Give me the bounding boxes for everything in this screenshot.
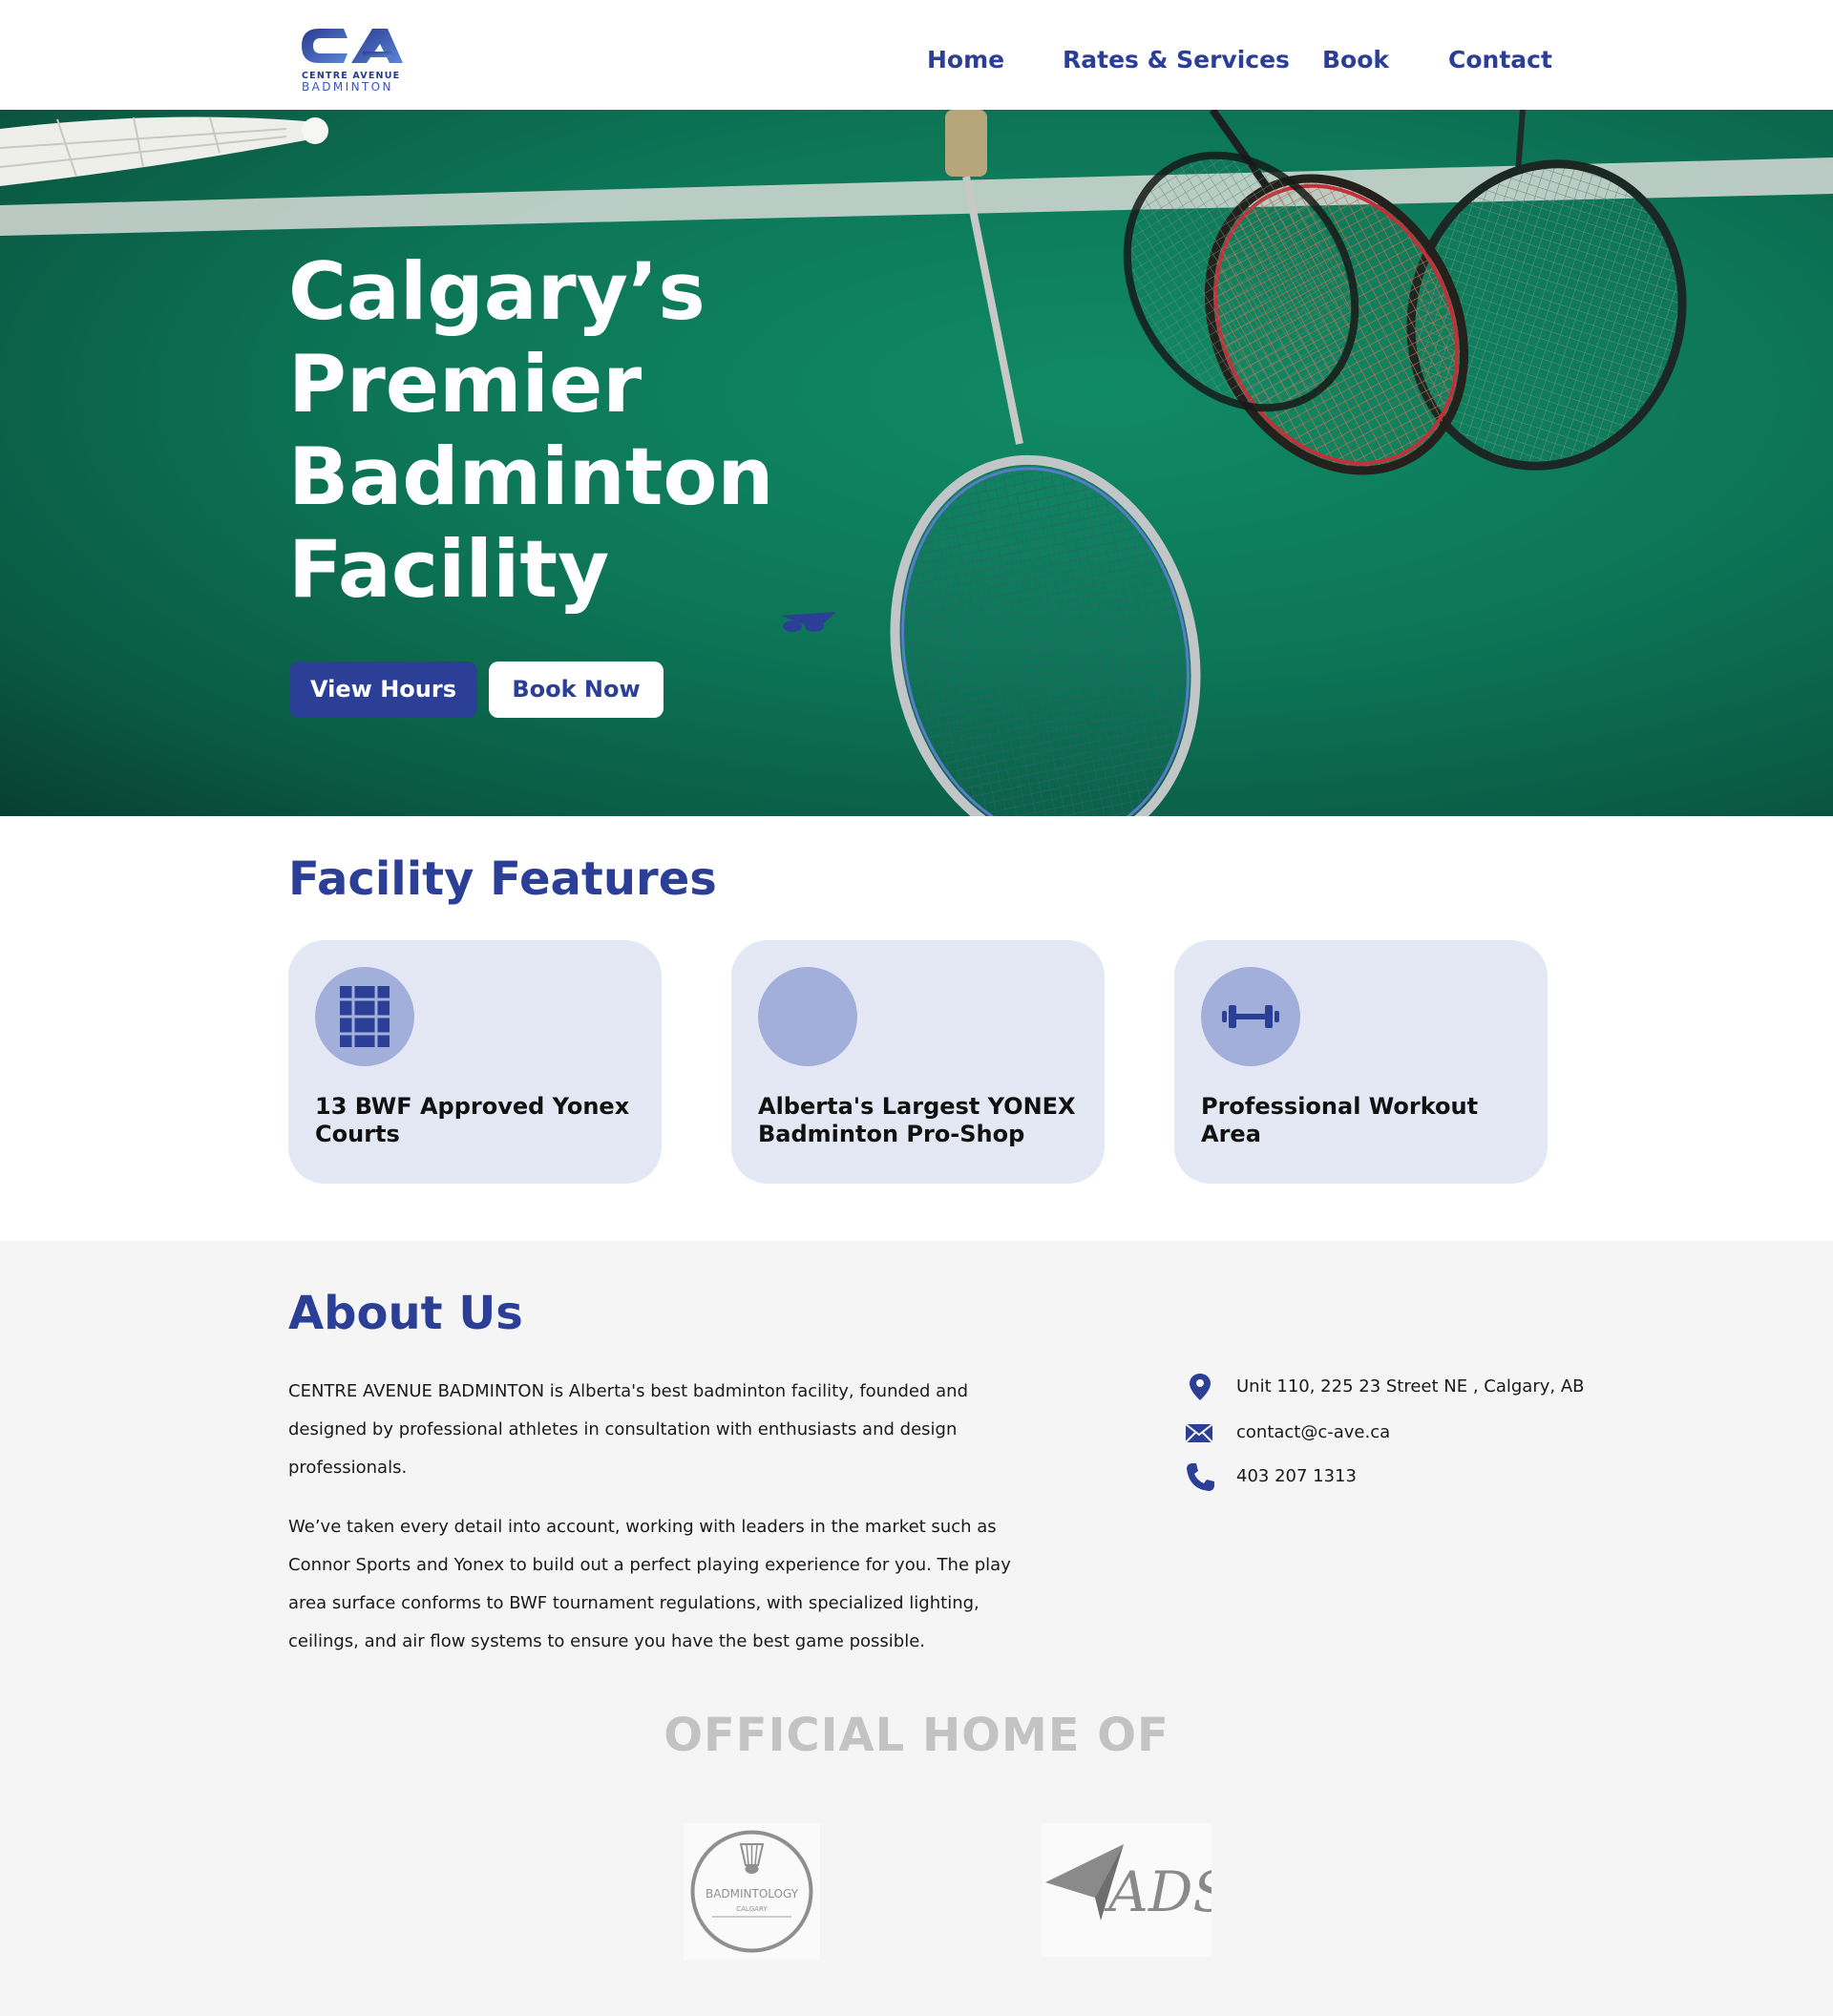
feature-card-workout: Professional Workout Area xyxy=(1174,940,1548,1184)
feature-text: 13 BWF Approved Yonex Courts xyxy=(315,1093,630,1147)
proshop-icon xyxy=(758,967,857,1066)
official-home-title: OFFICIAL HOME OF xyxy=(664,1709,1169,1762)
logo-mark xyxy=(302,29,403,63)
nav-contact[interactable]: Contact xyxy=(1448,46,1552,74)
envelope-icon xyxy=(1185,1423,1213,1443)
about-section: About Us CENTRE AVENUE BADMINTON is Albe… xyxy=(0,1241,1833,2016)
feature-text: Professional Workout Area xyxy=(1201,1093,1479,1147)
partner-logo-ads[interactable]: ADS xyxy=(1042,1823,1231,1957)
address-text: Unit 110, 225 23 Street NE , Calgary, AB xyxy=(1236,1376,1585,1396)
hero-title: Calgary’s Premier Badminton Facility xyxy=(288,245,774,616)
hero-background-image xyxy=(0,110,1833,816)
phone-icon xyxy=(1187,1463,1214,1491)
court-icon xyxy=(315,967,414,1066)
email-text: contact@c-ave.ca xyxy=(1236,1422,1391,1442)
feature-card-proshop: Alberta's Largest YONEX Badminton Pro-Sh… xyxy=(731,940,1105,1184)
partner-subtitle: CALGARY xyxy=(736,1905,768,1913)
shuttlecock-icon xyxy=(739,1843,765,1874)
view-hours-button[interactable]: View Hours xyxy=(289,662,477,718)
feature-text: Alberta's Largest YONEX Badminton Pro-Sh… xyxy=(758,1093,1076,1147)
partner-logo-badmintology[interactable]: BADMINTOLOGY CALGARY xyxy=(684,1823,820,1960)
nav-book[interactable]: Book xyxy=(1322,46,1389,74)
dumbbell-icon xyxy=(1201,967,1300,1066)
logo[interactable]: CENTRE AVENUE BADMINTON xyxy=(298,25,420,94)
feature-card-courts: 13 BWF Approved Yonex Courts xyxy=(288,940,662,1184)
location-pin-icon xyxy=(1190,1374,1211,1400)
phone-text: 403 207 1313 xyxy=(1236,1466,1357,1486)
partner-name: ADS xyxy=(1104,1859,1211,1924)
nav-home[interactable]: Home xyxy=(927,46,1004,74)
site-header: CENTRE AVENUE BADMINTON Home Rates & Ser… xyxy=(0,0,1833,110)
logo-line2: BADMINTON xyxy=(302,80,393,94)
features-title: Facility Features xyxy=(288,852,717,906)
nav-rates-services[interactable]: Rates & Services xyxy=(1063,46,1290,74)
about-paragraph-2: We’ve taken every detail into account, w… xyxy=(288,1517,1011,1651)
hero-banner: Calgary’s Premier Badminton Facility Vie… xyxy=(0,110,1833,816)
about-title: About Us xyxy=(288,1287,523,1340)
book-now-button[interactable]: Book Now xyxy=(489,662,664,718)
partner-name: BADMINTOLOGY xyxy=(706,1887,799,1900)
about-paragraph-1: CENTRE AVENUE BADMINTON is Alberta's bes… xyxy=(288,1381,968,1478)
